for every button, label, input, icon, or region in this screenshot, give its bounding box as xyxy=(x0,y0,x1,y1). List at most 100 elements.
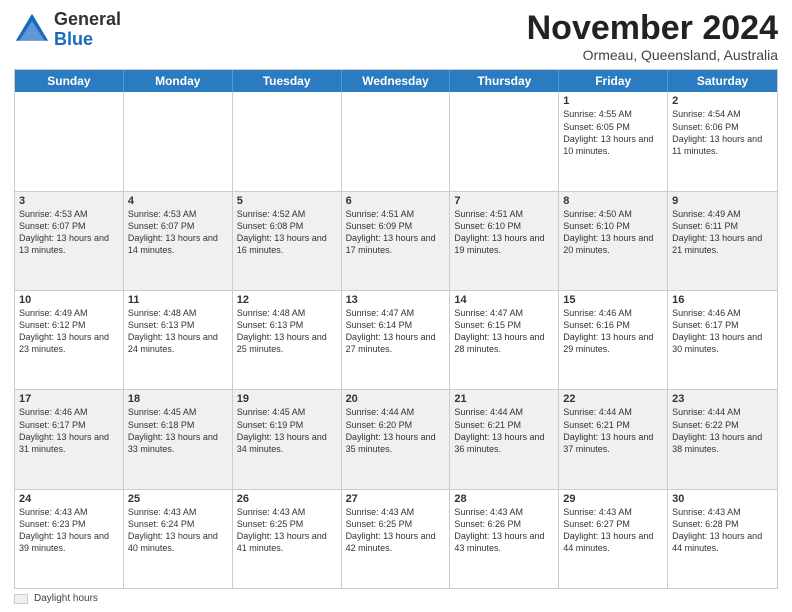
day-number: 20 xyxy=(346,393,446,405)
calendar-cell-0-6: 2Sunrise: 4:54 AMSunset: 6:06 PMDaylight… xyxy=(668,92,777,190)
calendar-row-3: 10Sunrise: 4:49 AMSunset: 6:12 PMDayligh… xyxy=(15,291,777,390)
calendar-cell-3-5: 22Sunrise: 4:44 AMSunset: 6:21 PMDayligh… xyxy=(559,390,668,488)
footer: Daylight hours xyxy=(14,593,778,604)
calendar-cell-4-6: 30Sunrise: 4:43 AMSunset: 6:28 PMDayligh… xyxy=(668,490,777,588)
generalblue-icon xyxy=(14,12,50,48)
logo: General Blue xyxy=(14,10,121,50)
day-number: 1 xyxy=(563,95,663,107)
calendar-cell-3-6: 23Sunrise: 4:44 AMSunset: 6:22 PMDayligh… xyxy=(668,390,777,488)
day-number: 13 xyxy=(346,294,446,306)
day-number: 10 xyxy=(19,294,119,306)
day-number: 23 xyxy=(672,393,773,405)
day-number: 24 xyxy=(19,493,119,505)
calendar-cell-4-4: 28Sunrise: 4:43 AMSunset: 6:26 PMDayligh… xyxy=(450,490,559,588)
daylight-legend-box xyxy=(14,594,28,604)
calendar-cell-0-0 xyxy=(15,92,124,190)
day-info: Sunrise: 4:55 AMSunset: 6:05 PMDaylight:… xyxy=(563,108,663,157)
day-info: Sunrise: 4:43 AMSunset: 6:23 PMDaylight:… xyxy=(19,506,119,555)
day-number: 27 xyxy=(346,493,446,505)
day-info: Sunrise: 4:44 AMSunset: 6:20 PMDaylight:… xyxy=(346,406,446,455)
calendar-cell-0-4 xyxy=(450,92,559,190)
day-info: Sunrise: 4:43 AMSunset: 6:28 PMDaylight:… xyxy=(672,506,773,555)
calendar-cell-2-1: 11Sunrise: 4:48 AMSunset: 6:13 PMDayligh… xyxy=(124,291,233,389)
day-info: Sunrise: 4:53 AMSunset: 6:07 PMDaylight:… xyxy=(19,208,119,257)
col-saturday: Saturday xyxy=(668,70,777,92)
calendar-cell-3-2: 19Sunrise: 4:45 AMSunset: 6:19 PMDayligh… xyxy=(233,390,342,488)
day-number: 19 xyxy=(237,393,337,405)
day-info: Sunrise: 4:51 AMSunset: 6:09 PMDaylight:… xyxy=(346,208,446,257)
day-number: 21 xyxy=(454,393,554,405)
day-info: Sunrise: 4:47 AMSunset: 6:14 PMDaylight:… xyxy=(346,307,446,356)
daylight-legend-label: Daylight hours xyxy=(34,593,98,604)
day-info: Sunrise: 4:49 AMSunset: 6:12 PMDaylight:… xyxy=(19,307,119,356)
day-info: Sunrise: 4:46 AMSunset: 6:17 PMDaylight:… xyxy=(672,307,773,356)
page: General Blue November 2024 Ormeau, Queen… xyxy=(0,0,792,612)
calendar-cell-1-1: 4Sunrise: 4:53 AMSunset: 6:07 PMDaylight… xyxy=(124,192,233,290)
calendar-cell-0-5: 1Sunrise: 4:55 AMSunset: 6:05 PMDaylight… xyxy=(559,92,668,190)
calendar-cell-2-6: 16Sunrise: 4:46 AMSunset: 6:17 PMDayligh… xyxy=(668,291,777,389)
day-info: Sunrise: 4:46 AMSunset: 6:16 PMDaylight:… xyxy=(563,307,663,356)
calendar-cell-4-0: 24Sunrise: 4:43 AMSunset: 6:23 PMDayligh… xyxy=(15,490,124,588)
day-info: Sunrise: 4:43 AMSunset: 6:25 PMDaylight:… xyxy=(237,506,337,555)
calendar-cell-1-3: 6Sunrise: 4:51 AMSunset: 6:09 PMDaylight… xyxy=(342,192,451,290)
calendar-cell-0-1 xyxy=(124,92,233,190)
day-number: 2 xyxy=(672,95,773,107)
day-info: Sunrise: 4:45 AMSunset: 6:18 PMDaylight:… xyxy=(128,406,228,455)
day-number: 7 xyxy=(454,195,554,207)
day-info: Sunrise: 4:43 AMSunset: 6:26 PMDaylight:… xyxy=(454,506,554,555)
calendar-cell-3-1: 18Sunrise: 4:45 AMSunset: 6:18 PMDayligh… xyxy=(124,390,233,488)
calendar-cell-3-3: 20Sunrise: 4:44 AMSunset: 6:20 PMDayligh… xyxy=(342,390,451,488)
calendar-cell-4-2: 26Sunrise: 4:43 AMSunset: 6:25 PMDayligh… xyxy=(233,490,342,588)
calendar-cell-4-3: 27Sunrise: 4:43 AMSunset: 6:25 PMDayligh… xyxy=(342,490,451,588)
day-info: Sunrise: 4:53 AMSunset: 6:07 PMDaylight:… xyxy=(128,208,228,257)
calendar-cell-4-1: 25Sunrise: 4:43 AMSunset: 6:24 PMDayligh… xyxy=(124,490,233,588)
day-number: 17 xyxy=(19,393,119,405)
day-info: Sunrise: 4:44 AMSunset: 6:22 PMDaylight:… xyxy=(672,406,773,455)
calendar-row-1: 1Sunrise: 4:55 AMSunset: 6:05 PMDaylight… xyxy=(15,92,777,191)
day-info: Sunrise: 4:48 AMSunset: 6:13 PMDaylight:… xyxy=(128,307,228,356)
calendar-row-5: 24Sunrise: 4:43 AMSunset: 6:23 PMDayligh… xyxy=(15,490,777,588)
col-tuesday: Tuesday xyxy=(233,70,342,92)
day-number: 16 xyxy=(672,294,773,306)
day-number: 9 xyxy=(672,195,773,207)
day-info: Sunrise: 4:43 AMSunset: 6:27 PMDaylight:… xyxy=(563,506,663,555)
day-number: 18 xyxy=(128,393,228,405)
day-number: 12 xyxy=(237,294,337,306)
calendar-cell-2-2: 12Sunrise: 4:48 AMSunset: 6:13 PMDayligh… xyxy=(233,291,342,389)
day-info: Sunrise: 4:49 AMSunset: 6:11 PMDaylight:… xyxy=(672,208,773,257)
calendar-cell-0-3 xyxy=(342,92,451,190)
day-number: 4 xyxy=(128,195,228,207)
day-info: Sunrise: 4:54 AMSunset: 6:06 PMDaylight:… xyxy=(672,108,773,157)
calendar-cell-1-4: 7Sunrise: 4:51 AMSunset: 6:10 PMDaylight… xyxy=(450,192,559,290)
col-thursday: Thursday xyxy=(450,70,559,92)
day-number: 11 xyxy=(128,294,228,306)
day-info: Sunrise: 4:46 AMSunset: 6:17 PMDaylight:… xyxy=(19,406,119,455)
day-number: 28 xyxy=(454,493,554,505)
calendar-row-4: 17Sunrise: 4:46 AMSunset: 6:17 PMDayligh… xyxy=(15,390,777,489)
day-info: Sunrise: 4:44 AMSunset: 6:21 PMDaylight:… xyxy=(454,406,554,455)
col-friday: Friday xyxy=(559,70,668,92)
calendar-cell-2-3: 13Sunrise: 4:47 AMSunset: 6:14 PMDayligh… xyxy=(342,291,451,389)
day-number: 15 xyxy=(563,294,663,306)
calendar-cell-1-0: 3Sunrise: 4:53 AMSunset: 6:07 PMDaylight… xyxy=(15,192,124,290)
title-block: November 2024 Ormeau, Queensland, Austra… xyxy=(527,10,778,63)
calendar-cell-2-5: 15Sunrise: 4:46 AMSunset: 6:16 PMDayligh… xyxy=(559,291,668,389)
calendar-cell-1-2: 5Sunrise: 4:52 AMSunset: 6:08 PMDaylight… xyxy=(233,192,342,290)
day-info: Sunrise: 4:45 AMSunset: 6:19 PMDaylight:… xyxy=(237,406,337,455)
header: General Blue November 2024 Ormeau, Queen… xyxy=(14,10,778,63)
day-number: 29 xyxy=(563,493,663,505)
calendar-cell-2-4: 14Sunrise: 4:47 AMSunset: 6:15 PMDayligh… xyxy=(450,291,559,389)
calendar-cell-3-4: 21Sunrise: 4:44 AMSunset: 6:21 PMDayligh… xyxy=(450,390,559,488)
day-number: 6 xyxy=(346,195,446,207)
calendar: Sunday Monday Tuesday Wednesday Thursday… xyxy=(14,69,778,589)
day-info: Sunrise: 4:51 AMSunset: 6:10 PMDaylight:… xyxy=(454,208,554,257)
calendar-cell-3-0: 17Sunrise: 4:46 AMSunset: 6:17 PMDayligh… xyxy=(15,390,124,488)
month-title: November 2024 xyxy=(527,10,778,47)
calendar-row-2: 3Sunrise: 4:53 AMSunset: 6:07 PMDaylight… xyxy=(15,192,777,291)
day-number: 30 xyxy=(672,493,773,505)
day-number: 8 xyxy=(563,195,663,207)
col-sunday: Sunday xyxy=(15,70,124,92)
calendar-cell-1-5: 8Sunrise: 4:50 AMSunset: 6:10 PMDaylight… xyxy=(559,192,668,290)
col-wednesday: Wednesday xyxy=(342,70,451,92)
col-monday: Monday xyxy=(124,70,233,92)
